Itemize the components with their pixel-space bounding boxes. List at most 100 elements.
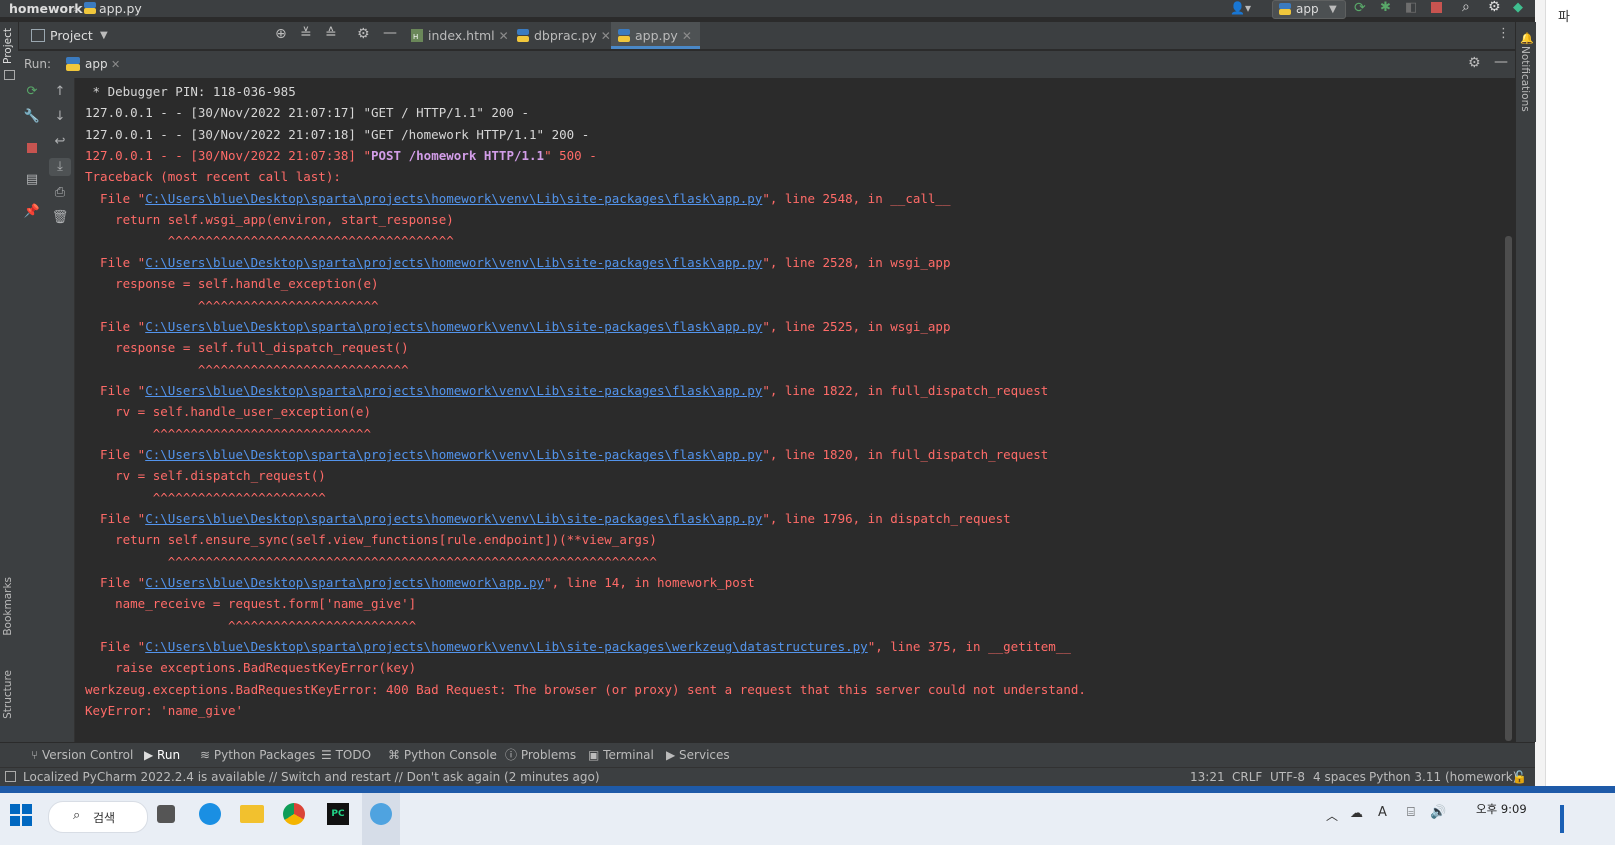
pycharm-icon[interactable]: PC bbox=[327, 803, 349, 825]
file-path-link[interactable]: C:\Users\blue\Desktop\sparta\projects\ho… bbox=[145, 255, 762, 270]
file-path-link[interactable]: C:\Users\blue\Desktop\sparta\projects\ho… bbox=[145, 383, 762, 398]
user-icon[interactable]: 👤▾ bbox=[1230, 1, 1251, 15]
terminal-icon: ▣ bbox=[588, 748, 604, 762]
breadcrumb-file[interactable]: app.py bbox=[99, 0, 142, 17]
caret-position[interactable]: 13:21 bbox=[1190, 768, 1225, 786]
arrow-up-icon[interactable]: ↑ bbox=[51, 83, 69, 101]
file-path-link[interactable]: C:\Users\blue\Desktop\sparta\projects\ho… bbox=[145, 191, 762, 206]
gear-icon[interactable]: ⚙ bbox=[1468, 55, 1481, 71]
console-text: File " bbox=[85, 318, 146, 334]
file-encoding[interactable]: UTF-8 bbox=[1270, 768, 1305, 786]
close-icon[interactable]: ✕ bbox=[682, 29, 692, 43]
stop-icon[interactable] bbox=[27, 143, 37, 153]
tab-terminal[interactable]: ▣ Terminal bbox=[588, 743, 654, 768]
tab-dbprac-py[interactable]: dbprac.py ✕ bbox=[510, 22, 619, 49]
chrome-icon[interactable] bbox=[283, 803, 305, 825]
stripe-structure[interactable]: Structure bbox=[2, 670, 14, 719]
info-icon: ⓘ bbox=[505, 748, 521, 762]
expand-all-icon[interactable]: ≚ bbox=[300, 26, 312, 42]
task-view-icon[interactable] bbox=[157, 805, 175, 823]
active-app-highlight[interactable] bbox=[362, 793, 400, 845]
scroll-to-end-icon[interactable]: ⤓ bbox=[49, 158, 71, 176]
file-path-link[interactable]: C:\Users\blue\Desktop\sparta\projects\ho… bbox=[145, 639, 867, 654]
stripe-notifications[interactable]: Notifications bbox=[1519, 46, 1531, 112]
project-panel-header[interactable]: Project ▼ bbox=[18, 22, 273, 49]
volume-icon[interactable]: 🔊 bbox=[1430, 805, 1446, 820]
app-icon bbox=[370, 803, 392, 825]
tab-label: Problems bbox=[520, 748, 577, 762]
clock-time[interactable]: 오후 9:09 bbox=[1476, 801, 1527, 817]
tab-label: Python Packages bbox=[213, 748, 316, 762]
console-text: File " bbox=[85, 575, 146, 591]
locate-icon[interactable]: ⊕ bbox=[275, 26, 287, 42]
tab-services[interactable]: ▶ Services bbox=[666, 743, 730, 768]
rerun-icon[interactable]: ⟳ bbox=[23, 83, 41, 101]
status-message[interactable]: Localized PyCharm 2022.2.4 is available … bbox=[23, 768, 600, 786]
collapse-all-icon[interactable]: ≙ bbox=[325, 26, 337, 42]
layout-icon[interactable]: ▤ bbox=[23, 171, 41, 189]
chevron-up-icon[interactable]: ︿ bbox=[1326, 807, 1338, 824]
windows-start-icon[interactable] bbox=[10, 804, 32, 826]
line-separator[interactable]: CRLF bbox=[1232, 768, 1262, 786]
more-options-icon[interactable]: ⋮ bbox=[1497, 26, 1510, 41]
run-icon: ▶ bbox=[144, 748, 158, 762]
arrow-down-icon[interactable]: ↓ bbox=[51, 108, 69, 126]
bell-icon[interactable]: 🔔 bbox=[1520, 32, 1534, 45]
run-config-selector[interactable]: app ▼ bbox=[1272, 0, 1346, 19]
toolbox-icon[interactable]: ◆ bbox=[1513, 0, 1523, 15]
rerun-icon[interactable]: ⟳ bbox=[1354, 0, 1366, 16]
print-icon[interactable]: ⎙ bbox=[51, 184, 69, 202]
file-path-link[interactable]: C:\Users\blue\Desktop\sparta\projects\ho… bbox=[145, 575, 544, 590]
stripe-bookmarks[interactable]: Bookmarks bbox=[2, 577, 14, 636]
indent-setting[interactable]: 4 spaces bbox=[1313, 768, 1366, 786]
coverage-icon[interactable]: ◧ bbox=[1405, 0, 1417, 15]
pin-icon[interactable]: 📌 bbox=[23, 203, 41, 221]
tab-app-py[interactable]: app.py ✕ bbox=[611, 22, 700, 49]
console-output[interactable]: * Debugger PIN: 118-036-985 127.0.0.1 - -… bbox=[75, 78, 1505, 742]
ime-icon[interactable]: A bbox=[1378, 805, 1387, 820]
tab-index-html[interactable]: H index.html ✕ bbox=[404, 22, 517, 49]
edge-browser-icon[interactable] bbox=[199, 803, 221, 825]
console-text: ", line 1822, in full_dispatch_request bbox=[762, 382, 1049, 398]
tab-todo[interactable]: ☰ TODO bbox=[321, 743, 371, 768]
hide-icon[interactable]: — bbox=[1494, 54, 1508, 70]
console-line: 127.0.0.1 - - [30/Nov/2022 21:07:38] "PO… bbox=[85, 145, 597, 166]
network-icon[interactable]: ⌸ bbox=[1407, 805, 1415, 820]
run-tab-label[interactable]: app bbox=[85, 51, 108, 78]
gear-icon[interactable]: ⚙ bbox=[357, 26, 370, 42]
file-explorer-icon[interactable] bbox=[240, 805, 264, 823]
console-scrollbar[interactable] bbox=[1505, 236, 1512, 741]
chevron-down-icon[interactable]: ▼ bbox=[100, 22, 108, 49]
tab-version-control[interactable]: ⑂ Version Control bbox=[31, 743, 133, 768]
wrench-icon[interactable]: 🔧 bbox=[23, 108, 41, 126]
soft-wrap-icon[interactable]: ↩ bbox=[51, 133, 69, 151]
console-line: File "C:\Users\blue\Desktop\sparta\proje… bbox=[85, 188, 950, 209]
tab-label: Terminal bbox=[603, 748, 654, 762]
gear-icon[interactable]: ⚙ bbox=[1488, 0, 1501, 15]
taskbar-search[interactable]: ⌕ 검색 bbox=[48, 801, 148, 833]
file-path-link[interactable]: C:\Users\blue\Desktop\sparta\projects\ho… bbox=[145, 511, 762, 526]
search-icon[interactable]: ⌕ bbox=[1462, 0, 1470, 15]
interpreter[interactable]: Python 3.11 (homework) bbox=[1369, 768, 1517, 786]
close-icon[interactable]: ✕ bbox=[499, 29, 509, 43]
file-path-link[interactable]: C:\Users\blue\Desktop\sparta\projects\ho… bbox=[145, 447, 762, 462]
trash-icon[interactable]: 🗑 bbox=[51, 209, 69, 227]
show-desktop[interactable] bbox=[1560, 805, 1564, 833]
tab-label: Version Control bbox=[42, 748, 134, 762]
tab-python-packages[interactable]: ≋ Python Packages bbox=[200, 743, 315, 768]
close-icon[interactable]: ✕ bbox=[111, 51, 120, 78]
close-icon[interactable]: ✕ bbox=[601, 29, 611, 43]
tab-python-console[interactable]: ⌘ Python Console bbox=[388, 743, 497, 768]
panel-toggle-icon[interactable] bbox=[5, 771, 16, 782]
debug-icon[interactable]: ✱ bbox=[1380, 0, 1391, 15]
stripe-project[interactable]: Project bbox=[2, 28, 14, 64]
tab-problems[interactable]: ⓘ Problems bbox=[505, 743, 576, 768]
python-file-icon bbox=[84, 2, 96, 14]
svg-text:H: H bbox=[413, 33, 418, 41]
hide-icon[interactable]: — bbox=[383, 25, 397, 41]
file-path-link[interactable]: C:\Users\blue\Desktop\sparta\projects\ho… bbox=[145, 319, 762, 334]
tab-run[interactable]: ▶ Run bbox=[144, 743, 180, 768]
lock-icon[interactable]: 🔓 bbox=[1512, 768, 1527, 786]
cloud-icon[interactable]: ☁ bbox=[1350, 806, 1363, 821]
stop-icon[interactable] bbox=[1431, 2, 1442, 13]
